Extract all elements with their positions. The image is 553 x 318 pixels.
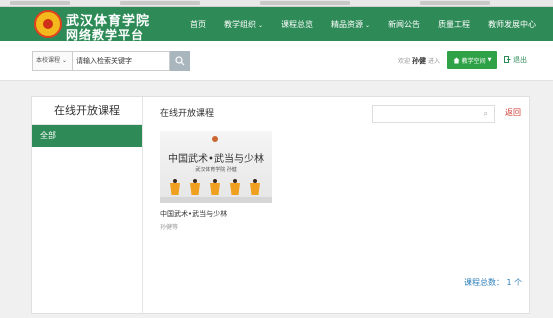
search-scope-select[interactable]: 本校课程 ⌄ [32,51,72,71]
logout-label: 退出 [513,56,527,64]
toolbar-placeholder [120,1,200,5]
nav-label: 课程总览 [281,19,314,29]
teaching-space-label: 教学空间 [461,57,486,65]
nav-label: 质量工程 [438,19,471,29]
toolbar-placeholder [260,1,350,5]
chevron-down-icon: ⌄ [61,57,67,64]
caret-down-icon: ▼ [487,57,492,63]
thumbnail-subtitle: 武汉体育学院 孙健 [195,167,237,173]
course-name[interactable]: 中国武术•武当与少林 [160,209,272,219]
search-input[interactable]: 请输入检索关键字 [72,51,170,71]
sidebar-item-all[interactable]: 全部 [32,125,142,147]
thumbnail-title: 中国武术•武当与少林 [168,154,264,165]
nav-label: 教师发展中心 [488,19,537,29]
martial-artist-figure [230,179,240,197]
logout-icon [504,56,511,63]
nav-item-quality-resources[interactable]: 精品资源 ⌄ [331,19,370,30]
welcome-prefix: 欢迎 [398,58,411,65]
school-logo[interactable] [34,10,62,38]
category-sidebar: 在线开放课程 全部 [32,97,143,313]
course-search-input[interactable]: ⌕ [372,105,495,123]
toolbar-placeholder [420,1,490,5]
logout-link[interactable]: 退出 [504,55,527,65]
course-total: 课程总数： 1 个 [464,278,523,287]
nav-label: 新闻公告 [388,19,421,29]
welcome-text: 欢迎 孙健 进入 [398,56,440,66]
search-button[interactable] [170,51,190,71]
martial-artist-figure [210,179,220,197]
nav-item-quality-project[interactable]: 质量工程 [438,19,470,30]
scope-label: 本校课程 [36,57,61,64]
search-bar: 本校课程 ⌄ 请输入检索关键字 欢迎 孙健 进入 教学空间 ▼ 退出 [0,41,553,81]
home-icon [453,57,460,63]
nav-label: 首页 [190,19,206,29]
thumbnail-ground [160,197,272,203]
browser-toolbar-strip [0,0,553,7]
nav-item-course-overview[interactable]: 课程总览 [281,19,313,30]
search-icon[interactable]: ⌕ [484,109,488,119]
chevron-down-icon: ⌄ [365,21,371,29]
teaching-space-button[interactable]: 教学空间 ▼ [447,51,497,69]
nav-label: 精品资源 [331,19,364,29]
main-panel: 在线开放课程 全部 在线开放课程 ⌕ 返回 中国武术•武当与少林 武汉体育学院 … [31,96,530,314]
site-header: 武汉体育学院 网络教学平台 首页 教学组织 ⌄ 课程总览 精品资源 ⌄ 新闻公告 质… [0,7,553,42]
nav-label: 教学组织 [224,19,256,29]
martial-artist-figure [170,179,180,197]
toolbar-placeholder [10,1,70,5]
martial-artist-figure [190,179,200,197]
course-thumbnail[interactable]: 中国武术•武当与少林 武汉体育学院 孙健 [160,131,272,203]
nav-item-news[interactable]: 新闻公告 [388,19,420,30]
nav-item-home[interactable]: 首页 [190,19,206,30]
main-nav: 首页 教学组织 ⌄ 课程总览 精品资源 ⌄ 新闻公告 质量工程 教师发展中心 [190,7,553,41]
search-icon [175,56,185,66]
username: 孙健 [412,57,427,65]
back-link[interactable]: 返回 [505,107,521,118]
chevron-down-icon: ⌄ [258,21,264,29]
course-card[interactable]: 中国武术•武当与少林 武汉体育学院 孙健 中国武术•武当与少林 孙健等 [160,131,272,231]
sidebar-title: 在线开放课程 [32,97,142,125]
martial-artist-figure [250,179,260,197]
nav-item-teaching-org[interactable]: 教学组织 ⌄ [224,19,263,30]
thumbnail-ornament [212,136,218,142]
course-teacher: 孙健等 [160,224,179,231]
nav-item-teacher-dev[interactable]: 教师发展中心 [488,19,536,30]
content-title: 在线开放课程 [160,109,215,119]
welcome-suffix: 进入 [428,58,441,65]
